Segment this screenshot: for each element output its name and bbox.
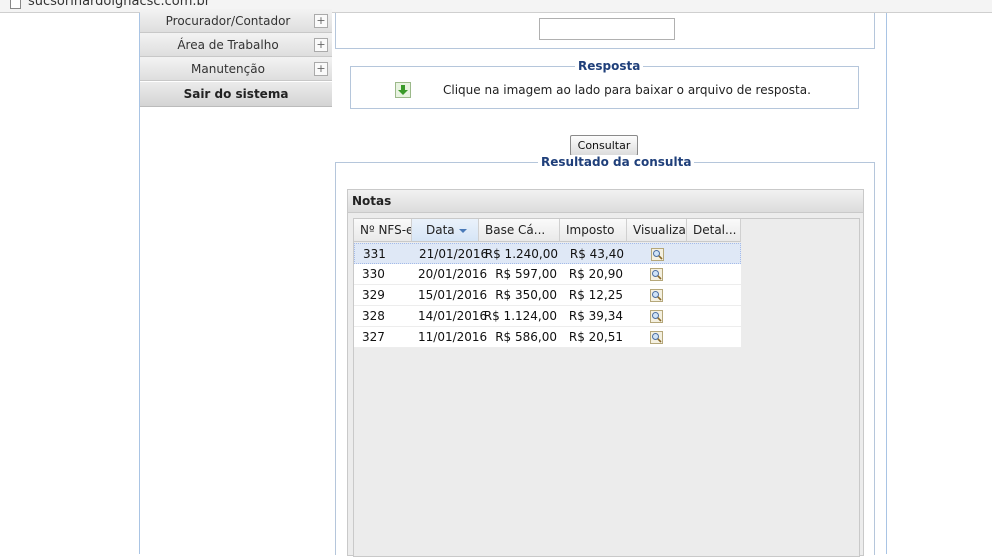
page-icon [10, 0, 21, 9]
table-row[interactable]: 328 14/01/2016 R$ 1.124,00 R$ 39,34 [354, 306, 741, 327]
resultado-legend: Resultado da consulta [538, 155, 695, 169]
cell-imposto: R$ 20,51 [568, 330, 623, 344]
cell-imposto: R$ 12,25 [568, 288, 623, 302]
cell-nfse: 327 [362, 330, 385, 344]
grid-body: Nº NFS-e Data Base Cá... Imposto Visuali… [353, 218, 860, 557]
cell-data: 20/01/2016 [418, 267, 488, 281]
table-row[interactable]: 331 21/01/2016 R$ 1.240,00 R$ 43,40 [354, 243, 741, 264]
cell-nfse: 330 [362, 267, 385, 281]
cell-imposto: R$ 39,34 [568, 309, 623, 323]
cell-nfse: 331 [363, 247, 386, 261]
cell-imposto: R$ 43,40 [569, 247, 624, 261]
column-header-visualizar[interactable]: Visualizar [627, 219, 687, 242]
column-header-label: Data [426, 223, 455, 237]
cell-base: R$ 1.124,00 [483, 309, 557, 323]
download-arrow-icon[interactable] [395, 82, 411, 98]
table-row[interactable]: 330 20/01/2016 R$ 597,00 R$ 20,90 [354, 264, 741, 285]
notas-grid: Notas Nº NFS-e Data Base Cá... Imposto V… [347, 189, 864, 557]
sidebar-item-procurador[interactable]: Procurador/Contador + [140, 9, 332, 33]
column-header-nfse[interactable]: Nº NFS-e [354, 219, 412, 242]
cell-nfse: 328 [362, 309, 385, 323]
column-header-imposto[interactable]: Imposto [560, 219, 627, 242]
magnifier-icon[interactable] [651, 248, 664, 261]
column-header-data[interactable]: Data [412, 219, 479, 242]
cell-base: R$ 350,00 [495, 288, 557, 302]
resposta-text: Clique na imagem ao lado para baixar o a… [443, 83, 811, 97]
magnifier-icon[interactable] [650, 268, 663, 281]
cell-data: 15/01/2016 [418, 288, 488, 302]
sidebar-item-manutencao[interactable]: Manutenção + [140, 57, 332, 81]
expand-plus-icon[interactable]: + [314, 62, 328, 76]
table-row[interactable]: 327 11/01/2016 R$ 586,00 R$ 20,51 [354, 327, 741, 348]
magnifier-icon[interactable] [650, 289, 663, 302]
cell-base: R$ 597,00 [495, 267, 557, 281]
cell-nfse: 329 [362, 288, 385, 302]
sidebar-item-label: Área de Trabalho [177, 38, 279, 52]
sidebar-item-label: Procurador/Contador [165, 14, 291, 28]
address-text: sucsorinardoignacsc.com.br [28, 0, 211, 9]
consultar-button[interactable]: Consultar [570, 135, 638, 156]
table-row[interactable]: 329 15/01/2016 R$ 350,00 R$ 12,25 [354, 285, 741, 306]
magnifier-icon[interactable] [650, 331, 663, 344]
cell-data: 14/01/2016 [418, 309, 488, 323]
cell-base: R$ 586,00 [495, 330, 557, 344]
resposta-legend: Resposta [575, 59, 644, 73]
cell-base: R$ 1.240,00 [484, 247, 558, 261]
expand-plus-icon[interactable]: + [314, 14, 328, 28]
sort-desc-icon [458, 228, 467, 233]
cell-data: 21/01/2016 [419, 247, 489, 261]
column-header-base[interactable]: Base Cá... [479, 219, 560, 242]
sidebar-item-label: Manutenção [191, 62, 265, 76]
expand-plus-icon[interactable]: + [314, 38, 328, 52]
magnifier-icon[interactable] [650, 310, 663, 323]
cell-data: 11/01/2016 [418, 330, 488, 344]
cell-imposto: R$ 20,90 [568, 267, 623, 281]
grid-title: Notas [348, 190, 863, 213]
column-header-detalhes[interactable]: Detal... [687, 219, 741, 242]
logout-button[interactable]: Sair do sistema [140, 82, 332, 107]
form-input[interactable] [539, 18, 675, 40]
sidebar-item-area-de-trabalho[interactable]: Área de Trabalho + [140, 33, 332, 57]
